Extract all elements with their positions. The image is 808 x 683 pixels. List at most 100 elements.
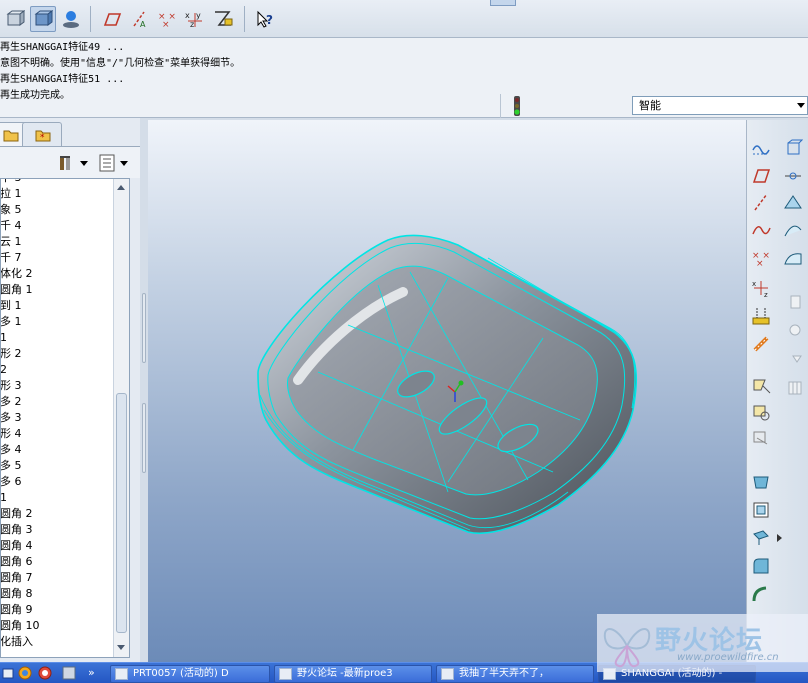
splitter-grip[interactable] (142, 293, 146, 363)
rib-icon[interactable] (749, 498, 773, 522)
tree-item[interactable]: 多 5 (1, 458, 112, 474)
context-help-icon[interactable]: ? (252, 6, 278, 32)
mirror-icon[interactable] (781, 136, 805, 160)
style-icon[interactable] (781, 246, 805, 270)
tree-item[interactable]: 干 3 (1, 179, 112, 186)
round-icon[interactable] (749, 554, 773, 578)
coordinate-system-display-icon[interactable]: xyz (182, 6, 208, 32)
solidify-icon (781, 346, 805, 370)
tree-item[interactable]: 千 4 (1, 218, 112, 234)
tree-item[interactable]: 拉 1 (1, 186, 112, 202)
sketch-display-icon[interactable] (749, 136, 773, 160)
tree-item[interactable]: 到 1 (1, 298, 112, 314)
trim-icon[interactable] (781, 164, 805, 188)
annotation-display-icon[interactable] (210, 6, 236, 32)
appearance-icon[interactable] (58, 6, 84, 32)
tree-item[interactable]: 多 2 (1, 394, 112, 410)
datum-point-display-icon[interactable]: × × × (154, 6, 180, 32)
folder-icon (3, 130, 19, 142)
panel-splitter[interactable] (140, 118, 148, 662)
tree-item[interactable]: 2 (1, 362, 112, 378)
tree-item[interactable]: 化插入 (1, 634, 112, 650)
thicken-icon (781, 318, 805, 342)
butterfly-logo-icon (603, 628, 651, 668)
datum-axis-display-icon[interactable]: A (126, 6, 152, 32)
offset-icon (781, 290, 805, 314)
message-divider (500, 94, 501, 118)
shaded-view-icon[interactable] (30, 6, 56, 32)
svg-text:×: × (162, 20, 170, 29)
tree-item[interactable]: 多 4 (1, 442, 112, 458)
tree-item[interactable]: 圆角 4 (1, 538, 112, 554)
chamfer-icon[interactable] (749, 582, 773, 606)
tree-item[interactable]: 多 1 (1, 314, 112, 330)
media-player-icon[interactable] (62, 666, 76, 680)
shell-icon[interactable] (749, 470, 773, 494)
task-label: PRT0057 (活动的) D (133, 668, 229, 679)
tree-item[interactable]: 形 2 (1, 346, 112, 362)
scroll-up-icon[interactable] (117, 185, 125, 190)
graphics-window[interactable] (148, 120, 746, 662)
scrollbar-thumb[interactable] (116, 393, 127, 633)
tree-item[interactable]: 圆角 3 (1, 522, 112, 538)
shading-mode-icon[interactable] (2, 6, 28, 32)
tree-item[interactable]: 千 7 (1, 250, 112, 266)
feature-toolbar: × × × xz (746, 120, 808, 662)
model-tree: 干 3 拉 1 象 5 千 4 云 1 千 7 体化 2 圆角 1 到 1 多 … (0, 178, 130, 658)
show-desktop-icon[interactable] (2, 666, 14, 680)
toolbar-separator (244, 6, 245, 32)
tree-item[interactable]: 形 4 (1, 426, 112, 442)
datum-plane-icon[interactable] (749, 164, 773, 188)
analysis-feature-icon[interactable] (749, 304, 773, 328)
flyout-arrow-icon[interactable] (777, 534, 782, 542)
tree-item[interactable]: 圆角 1 (1, 282, 112, 298)
taskbar-task[interactable]: 我抽了半天弄不了， (436, 665, 594, 683)
message-line: 再生SHANGGAI特征51 ... (0, 74, 125, 85)
tree-item[interactable]: 圆角 2 (1, 506, 112, 522)
taskbar-task[interactable]: 野火论坛 -最新proe3 (274, 665, 432, 683)
svg-text:z: z (764, 291, 768, 298)
watermark-url: www.proewildfire.cn (677, 652, 779, 663)
tree-item[interactable]: 多 6 (1, 474, 112, 490)
boundary-blend-icon[interactable] (781, 218, 805, 242)
tree-item[interactable]: 圆角 10 (1, 618, 112, 634)
scroll-down-icon[interactable] (117, 645, 125, 650)
messenger-icon[interactable] (38, 666, 52, 680)
taskbar-more-icon[interactable]: » (88, 663, 102, 683)
sweep-icon[interactable] (749, 426, 773, 450)
coordinate-system-icon[interactable]: xz (749, 276, 773, 300)
tree-item[interactable]: 多 3 (1, 410, 112, 426)
tab-favorites[interactable]: * (22, 122, 62, 146)
datum-curve-icon[interactable] (749, 218, 773, 242)
extrude-icon[interactable] (749, 374, 773, 398)
tree-item[interactable]: 圆角 8 (1, 586, 112, 602)
tree-settings-icon[interactable] (58, 153, 90, 173)
selection-filter-dropdown[interactable]: 智能 (632, 96, 808, 115)
tree-item[interactable]: 云 1 (1, 234, 112, 250)
favorites-folder-icon: * (35, 130, 51, 143)
merge-icon[interactable] (781, 190, 805, 214)
browser-icon[interactable] (18, 666, 32, 680)
draft-icon[interactable] (749, 526, 773, 550)
tree-item[interactable]: 1 (1, 490, 112, 506)
datum-point-icon[interactable]: × × × (749, 246, 773, 270)
tree-item[interactable]: 1 (1, 330, 112, 346)
tree-scrollbar[interactable] (113, 179, 129, 657)
task-label: 我抽了半天弄不了， (459, 668, 549, 679)
datum-plane-display-icon[interactable] (98, 6, 124, 32)
tree-item[interactable]: 体化 2 (1, 266, 112, 282)
splitter-grip[interactable] (142, 403, 146, 473)
tree-item[interactable]: 圆角 7 (1, 570, 112, 586)
tree-show-icon[interactable] (98, 153, 132, 173)
datum-tools-icon[interactable] (749, 332, 773, 356)
revolve-icon[interactable] (749, 400, 773, 424)
chevron-down-icon (797, 103, 805, 108)
tree-item[interactable]: 圆角 9 (1, 602, 112, 618)
navigator-panel: * 干 3 拉 1 象 5 千 4 云 1 千 7 体化 2 圆角 1 到 1 … (0, 118, 140, 662)
toolbar-overflow-tab[interactable] (490, 0, 516, 6)
tree-item[interactable]: 形 3 (1, 378, 112, 394)
taskbar-task[interactable]: PRT0057 (活动的) D (110, 665, 270, 683)
tree-item[interactable]: 象 5 (1, 202, 112, 218)
tree-item[interactable]: 圆角 6 (1, 554, 112, 570)
datum-axis-icon[interactable] (749, 190, 773, 214)
